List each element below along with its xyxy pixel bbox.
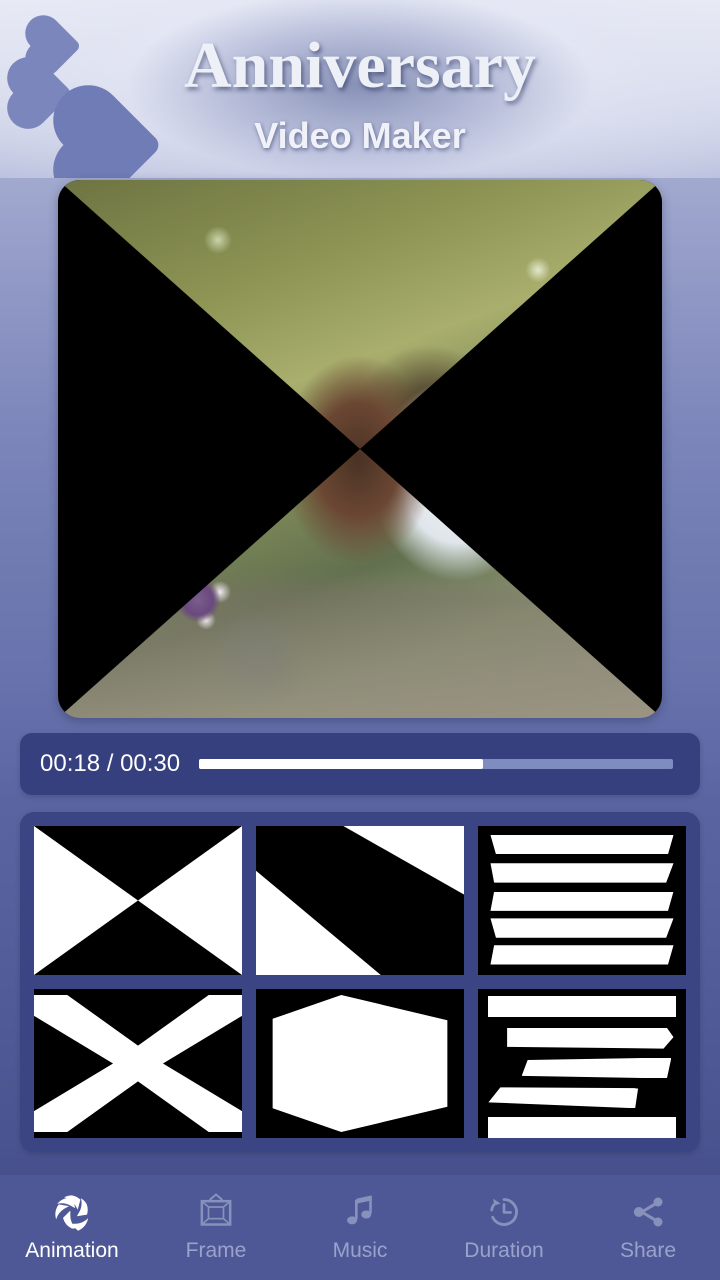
app-header: Anniversary Video Maker (0, 0, 720, 178)
hourglass-left-shape (34, 826, 138, 975)
blind-slat (490, 891, 674, 911)
playback-time-label: 00:18 / 00:30 (40, 750, 181, 777)
progress-slider[interactable] (199, 759, 673, 769)
animation-grid-panel (20, 812, 700, 1152)
video-preview[interactable] (58, 180, 662, 718)
hexagon-shape (272, 994, 448, 1133)
skewed-bar (488, 1117, 676, 1138)
page-title: Anniversary (184, 29, 536, 102)
hourglass-right-shape (138, 826, 242, 975)
animation-hourglass[interactable] (34, 826, 242, 975)
blind-slat (490, 945, 674, 965)
blind-slat (490, 834, 674, 855)
tab-share-label: Share (619, 1239, 677, 1262)
tab-share[interactable]: Share (576, 1175, 720, 1280)
picture-frame-icon (196, 1192, 236, 1232)
clock-history-icon (484, 1192, 524, 1232)
skewed-bar (488, 1087, 639, 1109)
skewed-bar (488, 996, 676, 1018)
bottom-navigation: Animation Frame Music Duration Share (0, 1175, 720, 1280)
aperture-icon (52, 1192, 92, 1232)
player-progress-panel: 00:18 / 00:30 (20, 733, 700, 795)
tab-music[interactable]: Music (288, 1175, 432, 1280)
tab-duration-label: Duration (464, 1239, 544, 1262)
tab-music-label: Music (332, 1239, 388, 1262)
tab-animation-label: Animation (25, 1239, 119, 1262)
animation-diagonal[interactable] (256, 826, 464, 975)
cross-shape (34, 994, 242, 1133)
page-subtitle: Video Maker (254, 115, 466, 156)
skewed-bar (507, 1027, 674, 1049)
tab-frame-label: Frame (185, 1239, 247, 1262)
tab-duration[interactable]: Duration (432, 1175, 576, 1280)
blind-slat (490, 863, 674, 883)
animation-hexagon[interactable] (256, 989, 464, 1138)
music-note-icon (340, 1192, 380, 1232)
animation-blinds[interactable] (478, 826, 686, 975)
blind-slat (490, 918, 674, 938)
tab-frame[interactable]: Frame (144, 1175, 288, 1280)
skewed-bar (521, 1057, 672, 1079)
animation-bars[interactable] (478, 989, 686, 1138)
animation-grid (34, 826, 686, 1138)
app-root: Anniversary Video Maker 00:18 / 00:30 An… (0, 0, 720, 1280)
animation-cross[interactable] (34, 989, 242, 1138)
progress-fill (199, 759, 484, 769)
share-icon (628, 1192, 668, 1232)
tab-animation[interactable]: Animation (0, 1175, 144, 1280)
